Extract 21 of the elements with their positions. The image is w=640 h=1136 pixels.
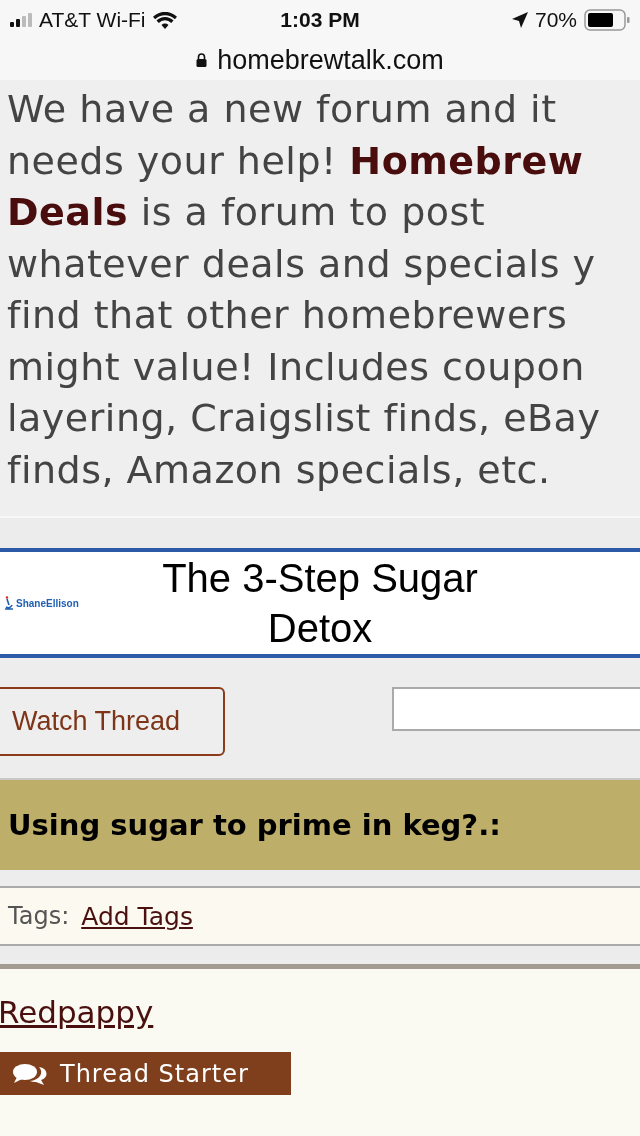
watch-thread-button[interactable]: Watch Thread — [0, 687, 225, 756]
author-link[interactable]: Redpappy — [0, 994, 154, 1030]
thread-title: Using sugar to prime in keg?.: — [8, 808, 501, 842]
location-arrow-icon — [511, 12, 528, 28]
search-field[interactable] — [392, 687, 640, 731]
add-tags-link[interactable]: Add Tags — [81, 901, 193, 931]
battery-percent: 70% — [534, 8, 577, 32]
advertiser-logo-text: ShaneEllison — [16, 597, 79, 609]
tags-label: Tags: — [8, 902, 70, 930]
thread-starter-badge: Thread Starter — [0, 1052, 291, 1095]
microscope-icon — [4, 596, 14, 610]
ad-headline: The 3-Step Sugar Detox — [161, 555, 479, 652]
ad-banner[interactable]: ShaneEllison The 3-Step Sugar Detox — [0, 548, 640, 658]
chat-bubbles-icon — [12, 1062, 48, 1085]
battery-icon — [584, 9, 630, 31]
clock-time: 1:03 PM — [280, 8, 360, 32]
carrier-name: AT&T Wi-Fi — [39, 8, 146, 32]
forum-notice-text: We have a new forum and it needs your help! Homebrew Deals is a forum to post whatever deals and specials y find that other homebrewers might value! Includes coupon layering, Craigslist finds, eBay finds, Amazon specials, etc. — [7, 86, 602, 494]
lock-icon — [196, 53, 208, 67]
signal-icon — [10, 13, 32, 27]
wifi-icon — [152, 11, 177, 29]
